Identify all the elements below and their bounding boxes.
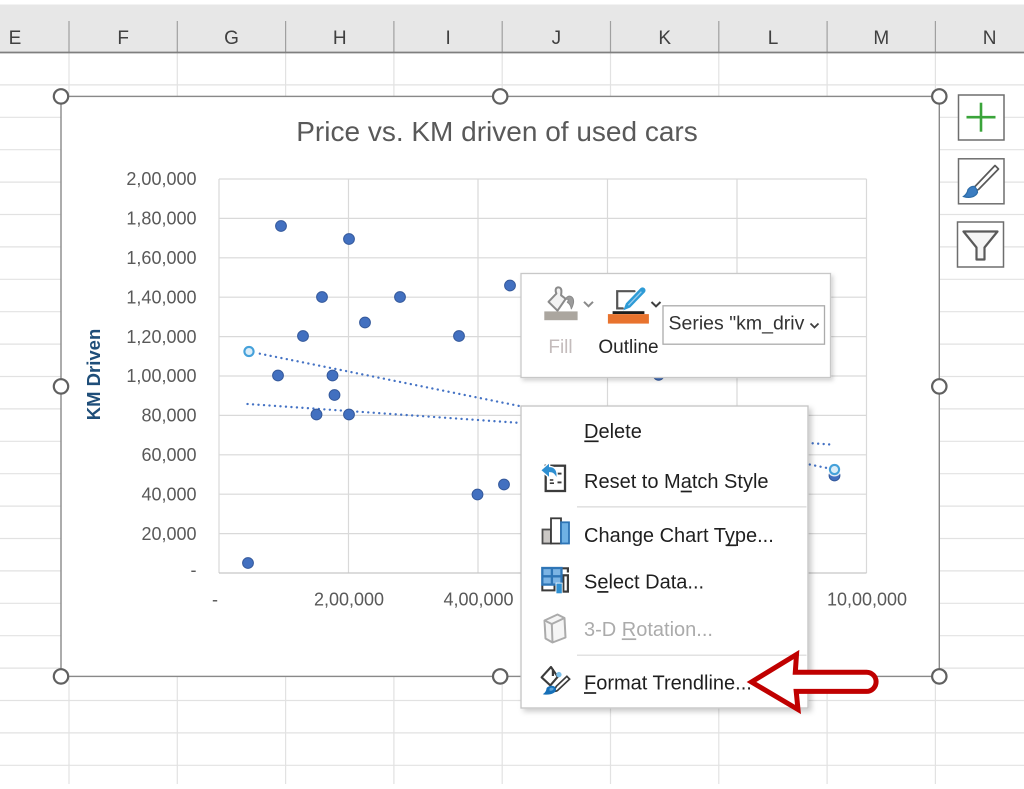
- svg-text:L: L: [768, 28, 779, 49]
- svg-text:M: M: [873, 28, 889, 49]
- svg-text:1,20,000: 1,20,000: [126, 327, 196, 347]
- svg-text:10,00,000: 10,00,000: [827, 589, 907, 609]
- svg-text:20,000: 20,000: [141, 524, 196, 544]
- svg-text:Select Data...: Select Data...: [584, 572, 704, 594]
- svg-text:F: F: [117, 28, 129, 49]
- svg-text:K: K: [658, 28, 671, 49]
- svg-text:4,00,000: 4,00,000: [443, 589, 513, 609]
- svg-text:80,000: 80,000: [141, 406, 196, 426]
- svg-text:1,00,000: 1,00,000: [126, 366, 196, 386]
- svg-text:2,00,000: 2,00,000: [314, 589, 384, 609]
- svg-text:Fill: Fill: [548, 337, 572, 358]
- svg-text:H: H: [333, 28, 347, 49]
- svg-text:1,80,000: 1,80,000: [126, 209, 196, 229]
- svg-text:G: G: [224, 28, 239, 49]
- svg-text:Format Trendline...: Format Trendline...: [584, 673, 752, 695]
- svg-text:40,000: 40,000: [141, 484, 196, 504]
- svg-text:2,00,000: 2,00,000: [126, 169, 196, 189]
- svg-text:-: -: [191, 560, 197, 580]
- svg-text:Reset to Match Style: Reset to Match Style: [584, 471, 769, 493]
- svg-text:Series "km_driv: Series "km_driv: [669, 313, 805, 335]
- svg-text:N: N: [983, 28, 997, 49]
- svg-text:Price vs. KM driven of used ca: Price vs. KM driven of used cars: [296, 116, 697, 147]
- svg-text:E: E: [9, 28, 22, 49]
- svg-text:Delete: Delete: [584, 421, 642, 443]
- svg-text:-: -: [212, 589, 218, 609]
- svg-text:I: I: [445, 28, 450, 49]
- svg-text:KM Driven: KM Driven: [83, 329, 104, 421]
- svg-text:Change Chart Type...: Change Chart Type...: [584, 525, 774, 547]
- svg-text:1,40,000: 1,40,000: [126, 287, 196, 307]
- svg-text:60,000: 60,000: [141, 445, 196, 465]
- svg-text:3-D Rotation...: 3-D Rotation...: [584, 619, 713, 641]
- svg-text:Outline: Outline: [598, 337, 658, 358]
- svg-text:1,60,000: 1,60,000: [126, 248, 196, 268]
- svg-text:J: J: [552, 28, 562, 49]
